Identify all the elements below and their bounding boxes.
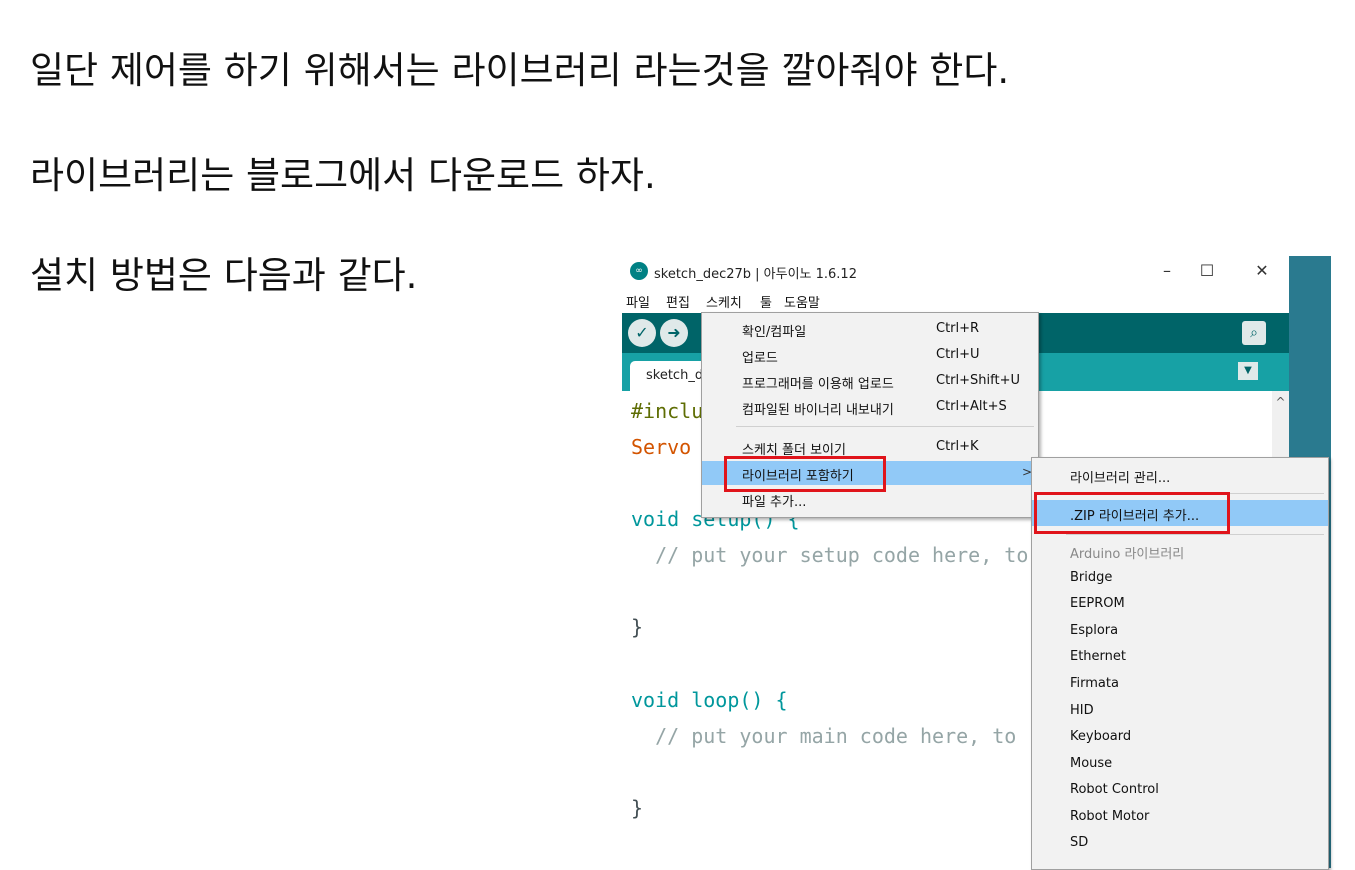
menu-item-shortcut: Ctrl+U [936,347,980,362]
library-item-ethernet[interactable]: Ethernet [1032,644,1328,670]
library-item-bridge[interactable]: Bridge [1032,565,1328,591]
menu-item-label: Keyboard [1070,729,1132,744]
library-item-firmata[interactable]: Firmata [1032,671,1328,697]
menu-item-label: SD [1070,835,1089,850]
include-library-highlight-box [724,456,886,492]
tab-menu-icon[interactable]: ▼ [1238,362,1258,380]
menu-item-label: Robot Motor [1070,809,1150,824]
library-item-robot-motor[interactable]: Robot Motor [1032,804,1328,830]
upload-icon[interactable]: ➜ [660,319,688,347]
doc-line-3: 설치 방법은 다음과 같다. [30,254,418,297]
menu-sketch[interactable]: 스케치 [706,292,742,311]
menu-item-label: EEPROM [1070,596,1125,611]
sketch-dropdown-menu: 확인/컴파일 Ctrl+R 업로드 Ctrl+U 프로그래머를 이용해 업로드 … [701,312,1039,518]
menu-edit[interactable]: 편집 [666,292,690,311]
add-zip-highlight-box [1034,492,1230,534]
menu-item-label: 파일 추가... [742,495,807,510]
arduino-logo-icon: ∞ [630,262,648,280]
title-bar: ∞ sketch_dec27b | 아두이노 1.6.12 – ☐ ✕ [622,256,1289,286]
menu-item-label: 업로드 [742,351,778,366]
doc-line-2: 라이브러리는 블로그에서 다운로드 하자. [30,154,656,197]
menu-item-upload-using-programmer[interactable]: 프로그래머를 이용해 업로드 Ctrl+Shift+U [702,369,1038,393]
menu-separator [736,426,1034,427]
menu-bar: 파일 편집 스케치 툴 도움말 [622,288,1289,342]
menu-item-verify-compile[interactable]: 확인/컴파일 Ctrl+R [702,317,1038,341]
library-item-robot-control[interactable]: Robot Control [1032,777,1328,803]
menu-section-label: Arduino 라이브러리 [1070,547,1185,562]
menu-item-export-binary[interactable]: 컴파일된 바이너리 내보내기 Ctrl+Alt+S [702,395,1038,419]
menu-separator [1066,534,1324,535]
maximize-button[interactable]: ☐ [1192,258,1222,284]
library-item-hid[interactable]: HID [1032,698,1328,724]
library-item-esplora[interactable]: Esplora [1032,618,1328,644]
library-item-eeprom[interactable]: EEPROM [1032,591,1328,617]
library-submenu: 라이브러리 관리... .ZIP 라이브러리 추가... Arduino 라이브… [1031,457,1329,870]
menu-item-label: Robot Control [1070,782,1159,797]
verify-icon[interactable]: ✓ [628,319,656,347]
menu-item-manage-libraries[interactable]: 라이브러리 관리... [1032,462,1328,488]
close-button[interactable]: ✕ [1247,258,1277,284]
library-section-header: Arduino 라이브러리 [1032,538,1328,564]
menu-item-upload[interactable]: 업로드 Ctrl+U [702,343,1038,367]
serial-monitor-icon[interactable]: ⌕ [1242,321,1266,345]
library-item-sd[interactable]: SD [1032,830,1328,856]
menu-item-label: Bridge [1070,570,1113,585]
menu-item-shortcut: Ctrl+Shift+U [936,373,1020,388]
minimize-button[interactable]: – [1152,258,1182,284]
code-line: } [631,615,644,639]
menu-item-label: Firmata [1070,676,1119,691]
menu-help[interactable]: 도움말 [784,292,820,311]
menu-item-label: 확인/컴파일 [742,325,807,340]
code-line: } [631,796,644,820]
menu-item-shortcut: Ctrl+R [936,321,980,336]
code-line: void loop() { [631,688,788,712]
scroll-up-icon[interactable]: ^ [1272,395,1289,409]
menu-item-shortcut: Ctrl+Alt+S [936,399,1007,414]
menu-item-label: 프로그래머를 이용해 업로드 [742,377,894,392]
menu-item-label: HID [1070,703,1094,718]
menu-item-label: Mouse [1070,756,1113,771]
menu-item-shortcut: Ctrl+K [936,439,979,454]
doc-line-1: 일단 제어를 하기 위해서는 라이브러리 라는것을 깔아줘야 한다. [30,49,1010,92]
library-item-mouse[interactable]: Mouse [1032,751,1328,777]
menu-tools[interactable]: 툴 [760,292,772,311]
window-title: sketch_dec27b | 아두이노 1.6.12 [654,267,857,282]
menu-item-label: Ethernet [1070,649,1126,664]
menu-item-label: Esplora [1070,623,1119,638]
menu-item-label: 컴파일된 바이너리 내보내기 [742,403,894,418]
menu-item-label: 라이브러리 관리... [1070,471,1171,486]
library-item-keyboard[interactable]: Keyboard [1032,724,1328,750]
menu-file[interactable]: 파일 [626,292,650,311]
